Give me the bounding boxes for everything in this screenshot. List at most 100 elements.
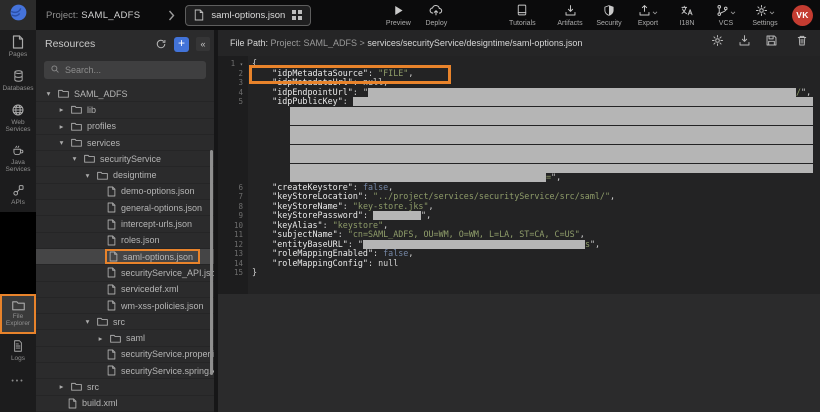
redacted-text — [290, 126, 813, 135]
save-button[interactable] — [765, 34, 778, 52]
rail-item-databases[interactable]: Databases — [0, 64, 36, 98]
settings-button[interactable]: Settings — [750, 4, 780, 27]
line-number[interactable]: 13 — [218, 249, 248, 259]
tree-arrow-icon[interactable]: ▸ — [96, 334, 105, 343]
chevron-right-icon[interactable] — [168, 10, 175, 21]
search-box[interactable] — [44, 61, 206, 79]
tree-item-src[interactable]: ▸src — [36, 379, 214, 395]
tree-item-services[interactable]: ▾ services — [36, 135, 214, 151]
line-number[interactable] — [218, 173, 248, 183]
gear-button[interactable] — [711, 34, 724, 52]
tree-item-build-xml[interactable]: build.xml — [36, 396, 214, 412]
line-number[interactable] — [218, 116, 248, 126]
tree-arrow-icon[interactable]: ▾ — [83, 317, 92, 326]
tree-item-saml-options-json[interactable]: saml-options.json — [36, 249, 214, 265]
app-logo[interactable] — [0, 0, 36, 30]
tree-arrow-icon[interactable]: ▸ — [57, 122, 66, 131]
preview-button[interactable]: Preview — [383, 4, 413, 27]
tree-item-profiles[interactable]: ▸profiles — [36, 119, 214, 135]
tree-arrow-icon[interactable]: ▾ — [83, 171, 92, 180]
tree-item-roles-json[interactable]: roles.json — [36, 233, 214, 249]
search-input[interactable] — [65, 65, 200, 75]
logs-icon — [12, 339, 24, 353]
tree-item-demo-options-json[interactable]: demo-options.json — [36, 184, 214, 200]
line-number[interactable]: 2 — [218, 69, 248, 79]
line-number[interactable]: 14 — [218, 259, 248, 269]
rail-item-java-services[interactable]: Java Services — [0, 139, 36, 179]
tree-item-wm-xss-policies-json[interactable]: wm-xss-policies.json — [36, 298, 214, 314]
vcs-button[interactable]: VCS — [711, 4, 741, 27]
line-number[interactable]: 3 — [218, 78, 248, 88]
tree-arrow-icon[interactable]: ▾ — [70, 154, 79, 163]
shield-icon — [603, 4, 615, 19]
code-editor[interactable]: 1 ▾ { 2 "idpMetadataSource": "FILE", 3 "… — [218, 56, 820, 294]
line-number[interactable]: 9 — [218, 211, 248, 221]
deploy-button[interactable]: Deploy — [421, 4, 451, 27]
line-number[interactable]: 1 ▾ — [218, 59, 248, 69]
globe-icon — [11, 103, 25, 117]
rail-more-button[interactable]: ••• — [0, 378, 36, 385]
tree-item-saml[interactable]: ▸saml — [36, 330, 214, 346]
rail-item-apis[interactable]: APIs — [0, 179, 36, 212]
tree-item-securityservice-properties[interactable]: securityService.properties — [36, 347, 214, 363]
line-number[interactable]: 8 — [218, 202, 248, 212]
tree-item-securityservice[interactable]: ▾securityService — [36, 151, 214, 167]
file-icon — [107, 365, 116, 376]
tree-item-saml-adfs[interactable]: ▾SAML_ADFS — [36, 86, 214, 102]
tree-item-label: services — [87, 138, 120, 148]
file-icon — [107, 267, 116, 278]
tree-arrow-icon[interactable]: ▾ — [44, 89, 53, 98]
tree-item-securityservice-spring-xml[interactable]: securityService.spring.xml — [36, 363, 214, 379]
code-line — [218, 107, 820, 117]
artifacts-button[interactable]: Artifacts — [555, 4, 585, 27]
tree-arrow-icon[interactable]: ▸ — [57, 382, 66, 391]
tree-item-intercept-urls-json[interactable]: intercept-urls.json — [36, 216, 214, 232]
user-avatar[interactable]: VK — [792, 5, 813, 26]
code-line — [218, 145, 820, 155]
add-resource-button[interactable]: + — [174, 37, 189, 52]
grid-icon[interactable] — [292, 10, 302, 20]
line-number[interactable]: 15 — [218, 268, 248, 278]
tree-item-designtime[interactable]: ▾designtime — [36, 167, 214, 183]
tree-item-securityservice-api-json[interactable]: securityService_API.json — [36, 265, 214, 281]
tree-arrow-icon[interactable]: ▾ — [57, 138, 66, 147]
line-number[interactable]: 5 — [218, 97, 248, 107]
line-number[interactable] — [218, 135, 248, 145]
collapse-panel-button[interactable]: « — [196, 37, 210, 51]
line-number[interactable]: 6 — [218, 183, 248, 193]
rail-item-logs[interactable]: Logs — [0, 334, 36, 368]
line-number[interactable]: 4 — [218, 88, 248, 98]
tree-arrow-icon[interactable]: ▸ — [57, 105, 66, 114]
line-number[interactable] — [218, 164, 248, 174]
export-button[interactable]: Export — [633, 4, 663, 27]
tree-item-general-options-json[interactable]: general-options.json — [36, 200, 214, 216]
line-number[interactable]: 11 — [218, 230, 248, 240]
file-icon — [107, 349, 116, 360]
rail-gap — [0, 212, 36, 294]
rail-item-pages[interactable]: Pages — [0, 30, 36, 64]
refresh-button[interactable] — [155, 38, 167, 50]
tree-item-servicedef-xml[interactable]: servicedef.xml — [36, 282, 214, 298]
line-number[interactable] — [218, 107, 248, 117]
tree-item-src[interactable]: ▾src — [36, 314, 214, 330]
line-number[interactable]: 7 — [218, 192, 248, 202]
i18n-button[interactable]: I18N — [672, 4, 702, 27]
trash-button[interactable] — [796, 34, 808, 52]
line-number[interactable] — [218, 126, 248, 136]
rail-item-web-services[interactable]: Web Services — [0, 98, 36, 139]
redacted-text — [290, 107, 813, 116]
rail-item-file-explorer[interactable]: File Explorer — [0, 294, 36, 334]
panel-scrollbar[interactable] — [210, 150, 213, 375]
editor-actions — [711, 34, 808, 52]
topbar: Project:SAML_ADFS saml-options.json Prev… — [0, 0, 820, 30]
line-number[interactable]: 10 — [218, 221, 248, 231]
tutorials-button[interactable]: Tutorials — [507, 4, 537, 27]
line-number[interactable]: 12 — [218, 240, 248, 250]
tutorials-icon — [516, 3, 528, 19]
security-button[interactable]: Security — [594, 4, 624, 27]
line-number[interactable] — [218, 145, 248, 155]
tree-item-lib[interactable]: ▸lib — [36, 102, 214, 118]
file-tab[interactable]: saml-options.json — [185, 5, 311, 26]
line-number[interactable] — [218, 154, 248, 164]
download-button[interactable] — [738, 34, 751, 52]
